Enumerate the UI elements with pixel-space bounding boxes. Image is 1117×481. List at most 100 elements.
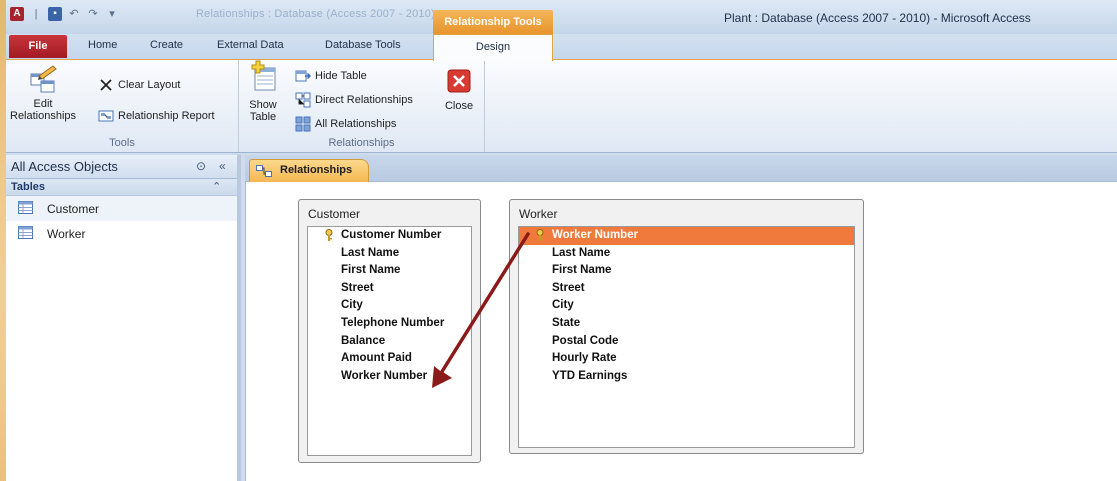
field-row[interactable]: Street [308,280,471,298]
table-icon [18,201,33,214]
field-row[interactable]: Last Name [308,245,471,263]
field-row[interactable]: First Name [308,262,471,280]
hide-table-button[interactable]: Hide Table [295,68,367,84]
field-row[interactable]: City [308,297,471,315]
tab-external-data[interactable]: External Data [217,39,284,51]
relationship-tools-header: Relationship Tools [433,10,553,34]
field-name: Amount Paid [341,352,412,365]
access-window: A | ▪ ↶ ↷ ▾ Relationships : Database (Ac… [6,0,1117,481]
field-row[interactable]: Balance [308,333,471,351]
redo-icon[interactable]: ↷ [86,7,100,21]
field-row[interactable]: Worker Number [308,368,471,386]
field-name: Postal Code [552,334,619,347]
field-row[interactable]: Customer Number [308,227,471,245]
field-row[interactable]: Telephone Number [308,315,471,333]
all-relationships-icon [295,116,311,132]
relationships-canvas[interactable]: Customer Customer Number Last Name First N… [245,182,1117,481]
relationship-report-label: Relationship Report [118,110,215,122]
direct-relationships-button[interactable]: Direct Relationships [295,92,413,108]
field-row[interactable]: Street [519,280,854,298]
edit-relationships-label: Edit Relationships [10,98,77,122]
field-name: State [552,316,581,329]
nav-pane-header[interactable]: All Access Objects ⊙ « [6,155,237,179]
tab-database-tools[interactable]: Database Tools [325,39,401,51]
nav-item-label: Worker [47,227,86,241]
navigation-pane: All Access Objects ⊙ « Tables ⌃ Customer [6,155,241,481]
field-name: Worker Number [552,229,639,241]
edit-relationships-button[interactable]: Edit Relationships [10,64,76,122]
relationships-group: Show Table Hide Table Direct Relationshi… [239,60,485,152]
access-logo-icon[interactable]: A [10,7,24,21]
show-table-icon [251,60,276,91]
separator-icon: | [34,8,38,20]
worker-table-title: Worker [519,207,558,221]
table-icon [18,226,33,239]
relationship-report-icon [98,110,114,122]
tools-group: Edit Relationships Clear Layout Relation… [6,60,239,152]
nav-item-customer[interactable]: Customer [6,196,237,221]
customer-table-title: Customer [308,207,361,221]
clear-layout-icon [100,79,112,91]
collapse-section-icon[interactable]: ⌃ [212,180,221,193]
title-bar: A | ▪ ↶ ↷ ▾ Relationships : Database (Ac… [6,0,1117,34]
field-row[interactable]: Last Name [519,245,854,263]
relationship-report-button[interactable]: Relationship Report [98,108,215,124]
nav-pane-title: All Access Objects [11,159,118,174]
field-row[interactable]: Worker Number [519,227,854,245]
direct-relationships-label: Direct Relationships [315,94,413,106]
field-name: Street [341,281,374,294]
field-name: Worker Number [341,369,428,382]
nav-item-label: Customer [47,202,100,216]
show-table-label: Show Table [249,99,277,123]
field-row[interactable]: YTD Earnings [519,368,854,386]
nav-section-label: Tables [11,181,46,193]
hide-table-label: Hide Table [315,70,367,82]
ribbon-tabs: File Home Create External Data Database … [6,34,1117,61]
field-name: City [552,299,574,312]
edit-relationships-icon [30,65,57,93]
all-relationships-label: All Relationships [315,118,397,130]
show-table-button[interactable]: Show Table [245,60,281,123]
document-tab-strip: Relationships [245,155,1117,183]
field-row[interactable]: State [519,315,854,333]
tab-home[interactable]: Home [88,39,117,51]
field-name: First Name [552,264,612,277]
tab-file[interactable]: File [9,35,67,58]
worker-field-list[interactable]: Worker Number Last Name First Name Street Ci… [518,226,855,448]
field-row[interactable]: Amount Paid [308,350,471,368]
field-row[interactable]: Hourly Rate [519,350,854,368]
window-title: Plant : Database (Access 2007 - 2010) - … [724,11,1031,25]
ribbon: Edit Relationships Clear Layout Relation… [6,59,1117,153]
nav-section-tables[interactable]: Tables ⌃ [6,179,237,196]
save-icon[interactable]: ▪ [48,7,62,21]
nav-item-worker[interactable]: Worker [6,221,237,246]
field-name: Telephone Number [341,316,445,329]
customer-field-list[interactable]: Customer Number Last Name First Name Street… [307,226,472,456]
tab-create[interactable]: Create [150,39,183,51]
field-name: Last Name [552,246,611,259]
worker-table-window[interactable]: Worker Worker Number Last Name First Name S… [509,199,864,454]
field-name: City [341,299,363,312]
all-relationships-button[interactable]: All Relationships [295,116,396,132]
undo-icon[interactable]: ↶ [67,7,81,21]
field-row[interactable]: Postal Code [519,333,854,351]
customize-qat-icon[interactable]: ▾ [105,7,119,21]
tab-relationships-document[interactable]: Relationships [249,159,369,183]
customer-table-window[interactable]: Customer Customer Number Last Name First N… [298,199,481,463]
nav-dropdown-icon[interactable]: ⊙ [196,159,206,173]
field-row[interactable]: City [519,297,854,315]
field-name: Last Name [341,246,400,259]
tools-group-label: Tools [109,137,135,149]
clear-layout-button[interactable]: Clear Layout [98,77,180,93]
close-label: Close [444,100,474,112]
field-name: Hourly Rate [552,352,617,365]
shutter-bar-close-icon[interactable]: « [219,159,226,173]
field-name: YTD Earnings [552,369,628,382]
field-row[interactable]: First Name [519,262,854,280]
clear-layout-label: Clear Layout [118,79,181,91]
relationships-group-label: Relationships [328,137,395,149]
field-name: Street [552,281,585,294]
tab-design[interactable]: Design [433,34,553,61]
close-button[interactable]: Close [439,68,479,112]
close-icon [447,69,471,93]
